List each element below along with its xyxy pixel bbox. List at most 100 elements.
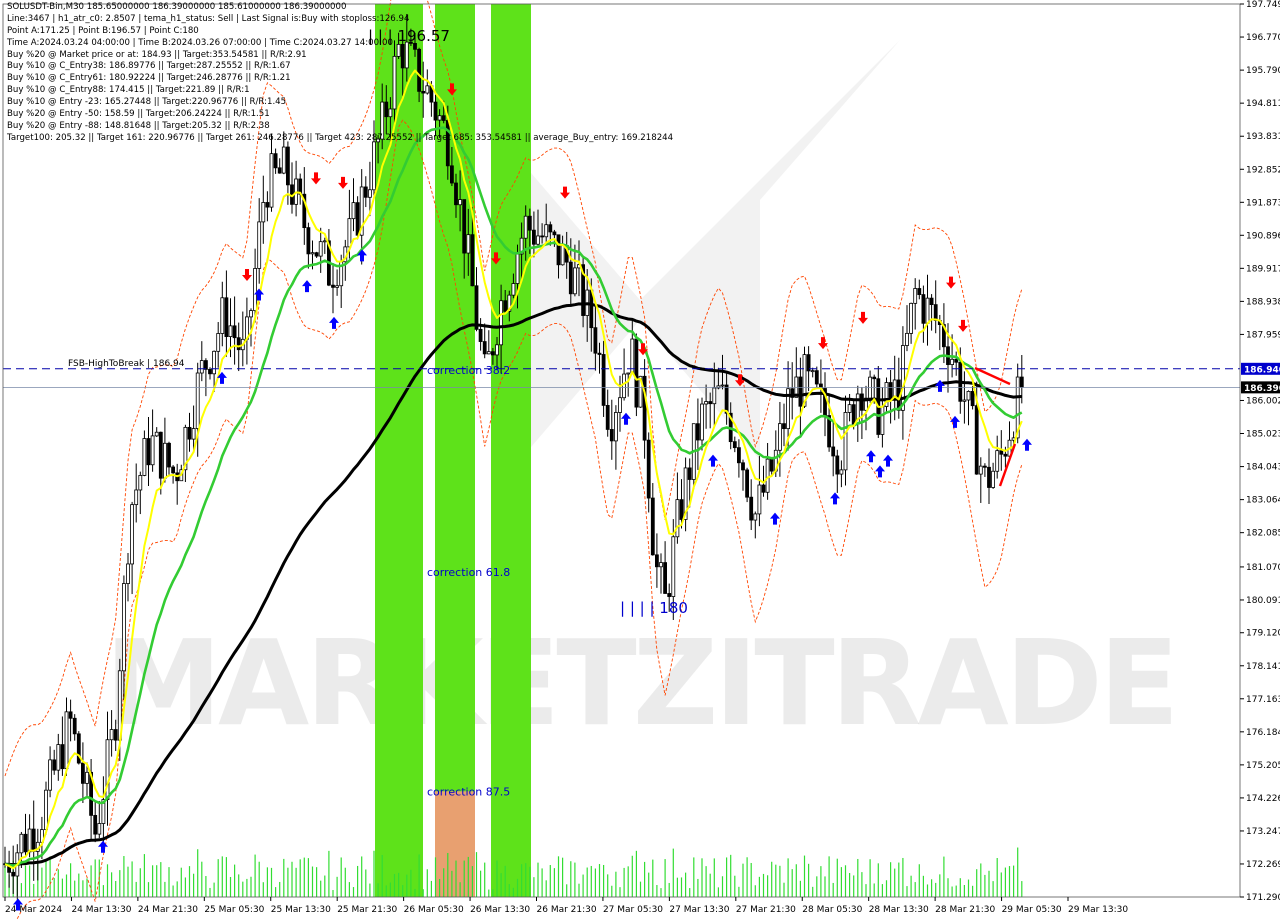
y-tick-label: 185.023 [1246, 430, 1280, 440]
volume-bar [824, 876, 826, 897]
volume-bar [914, 882, 916, 897]
volume-bar [644, 861, 646, 897]
volume-bar [939, 874, 941, 897]
candle-body [700, 403, 704, 441]
volume-bar [832, 882, 834, 897]
volume-bar [926, 884, 929, 897]
volume-bar [287, 867, 289, 897]
candle-body [355, 202, 360, 236]
volume-bar [418, 854, 420, 897]
candle-body [769, 458, 774, 472]
y-tick-label: 195.790 [1246, 66, 1280, 76]
candle-body [380, 101, 385, 140]
candle-body [995, 450, 1000, 472]
candle-body [925, 297, 930, 324]
volume-bar [123, 856, 125, 897]
candle-body [605, 405, 610, 430]
volume-bar [697, 878, 699, 897]
volume-bar [775, 864, 777, 897]
candle-body [761, 484, 766, 493]
y-tick-label: 186.002 [1246, 396, 1280, 406]
y-tick-label: 174.226 [1246, 794, 1280, 804]
volume-bar [1004, 867, 1006, 897]
volume-bar [574, 862, 576, 897]
volume-bar [586, 867, 588, 897]
volume-bar [918, 864, 920, 897]
volume-bar [369, 883, 371, 897]
volume-bar [131, 861, 133, 897]
candle-body [68, 711, 73, 719]
candle-body [462, 199, 467, 254]
volume-bar [873, 883, 875, 897]
volume-bar [988, 870, 990, 897]
candle-body [306, 227, 311, 255]
volume-bar [730, 854, 732, 897]
y-tick-label: 193.831 [1246, 132, 1280, 142]
candle-body [253, 268, 258, 312]
volume-bar [439, 878, 441, 897]
volume-bar [803, 855, 806, 897]
volume-bar [545, 880, 547, 897]
candle-body [601, 354, 606, 406]
candle-body [634, 338, 639, 408]
y-tick-label: 197.749 [1246, 0, 1280, 10]
candle-body [880, 406, 885, 435]
candle-body [503, 300, 508, 312]
y-tick-label: 173.247 [1246, 827, 1280, 837]
candle-body [392, 55, 397, 110]
candle-body [724, 384, 729, 414]
volume-bar [53, 878, 55, 897]
volume-bar [270, 867, 273, 897]
volume-bar [262, 882, 264, 897]
volume-bar [115, 880, 117, 897]
volume-bar [931, 879, 933, 897]
candle-body [44, 789, 48, 831]
candle-body [663, 562, 667, 594]
volume-bar [139, 868, 141, 897]
candle-body [888, 382, 893, 400]
volume-bar [484, 862, 486, 897]
volume-bar [106, 864, 109, 897]
candle-body [732, 441, 737, 449]
candle-body [425, 85, 430, 94]
candle-body [626, 372, 631, 375]
candle-body [679, 499, 684, 520]
volume-bar [742, 863, 744, 897]
candle-body [56, 744, 61, 771]
y-tick-label: 183.064 [1246, 496, 1280, 506]
candle-body [704, 401, 708, 405]
volume-bar [779, 865, 781, 897]
volume-bar [1000, 872, 1002, 897]
volume-bar [455, 860, 457, 897]
candle-body [52, 759, 57, 771]
x-tick-label: 25 Mar 21:30 [337, 905, 397, 915]
y-tick-label: 172.269 [1246, 860, 1280, 870]
volume-bar [508, 884, 510, 897]
candle-body [208, 368, 212, 375]
candle-body [27, 828, 32, 853]
volume-bar [33, 883, 35, 897]
correction-zone-deep [435, 791, 475, 897]
candle-body [232, 325, 237, 339]
volume-bar [213, 882, 215, 897]
volume-bar [500, 873, 502, 897]
volume-bar [225, 857, 227, 897]
candle-body [991, 470, 995, 488]
candle-body [376, 138, 381, 143]
candle-body [872, 376, 877, 380]
candle-body [269, 153, 274, 208]
volume-bar [799, 880, 801, 897]
candle-body [909, 302, 913, 334]
volume-bar [943, 856, 945, 897]
candle-body [753, 513, 758, 521]
candle-body [987, 466, 991, 488]
candle-body [441, 115, 446, 121]
volume-bar [754, 885, 756, 897]
candle-body [203, 360, 208, 370]
volume-bar [639, 881, 642, 897]
volume-bar [861, 872, 863, 897]
candle-body [495, 344, 499, 356]
volume-bar [471, 866, 473, 897]
candle-body [515, 253, 520, 284]
volume-bar [102, 885, 104, 897]
